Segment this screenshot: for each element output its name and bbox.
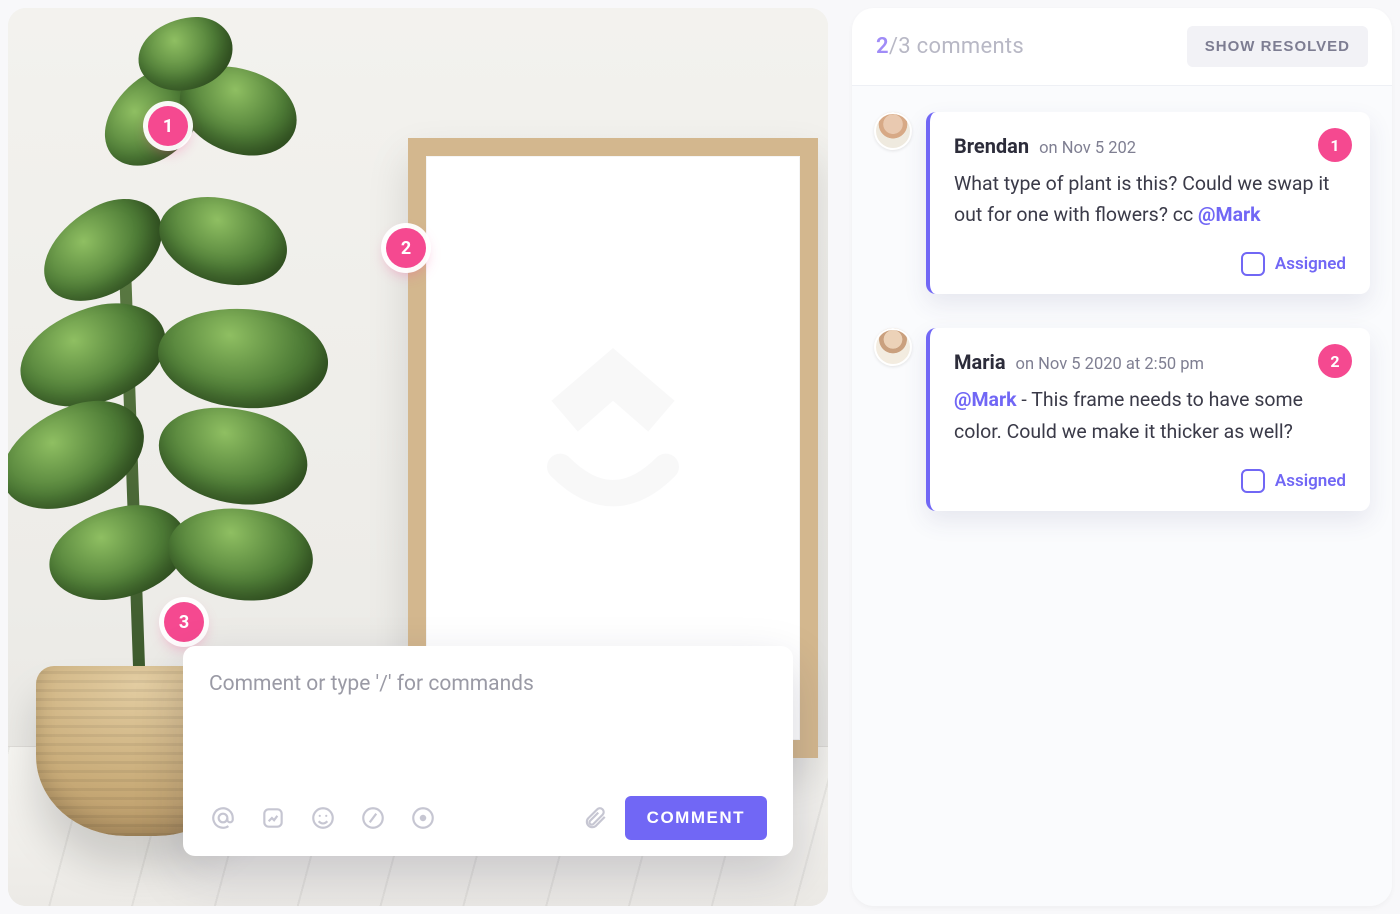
active-count: 2 <box>876 34 889 59</box>
mention[interactable]: @Mark <box>954 388 1017 411</box>
composer-toolbar: COMMENT <box>209 796 767 840</box>
comment-author: Brendan <box>954 134 1029 158</box>
mention[interactable]: @Mark <box>1198 203 1261 226</box>
comment-count: 2/3 comments <box>876 34 1024 59</box>
record-icon[interactable] <box>409 804 437 832</box>
comment-pin-badge: 2 <box>1318 344 1352 378</box>
comment-thread: 2 Maria on Nov 5 2020 at 2:50 pm @Mark -… <box>874 328 1370 510</box>
comment-body: @Mark - This frame needs to have some co… <box>954 384 1346 446</box>
comment-author: Maria <box>954 350 1006 374</box>
mention-icon[interactable] <box>209 804 237 832</box>
comment-text: What type of plant is this? Could we swa… <box>954 172 1329 226</box>
annotation-pin-3[interactable]: 3 <box>164 602 204 642</box>
emoji-icon[interactable] <box>309 804 337 832</box>
comments-panel: 2/3 comments SHOW RESOLVED 1 Brendan on … <box>852 8 1392 906</box>
total-count: /3 comments <box>889 34 1024 59</box>
comments-header: 2/3 comments SHOW RESOLVED <box>852 8 1392 86</box>
assigned-label: Assigned <box>1275 254 1346 274</box>
attachment-icon[interactable] <box>581 804 609 832</box>
watermark-logo-icon <box>503 326 723 546</box>
comment-thread: 1 Brendan on Nov 5 202 What type of plan… <box>874 112 1370 294</box>
show-resolved-button[interactable]: SHOW RESOLVED <box>1187 26 1368 67</box>
comment-timestamp: on Nov 5 202 <box>1039 139 1136 158</box>
avatar <box>874 328 912 366</box>
comment-card[interactable]: 1 Brendan on Nov 5 202 What type of plan… <box>926 112 1370 294</box>
annotation-pin-1[interactable]: 1 <box>148 106 188 146</box>
assigned-checkbox[interactable] <box>1241 252 1265 276</box>
avatar <box>874 112 912 150</box>
comment-composer: COMMENT <box>183 646 793 856</box>
comment-input[interactable] <box>209 672 767 782</box>
assigned-checkbox[interactable] <box>1241 469 1265 493</box>
thread-list: 1 Brendan on Nov 5 202 What type of plan… <box>852 86 1392 906</box>
comment-card[interactable]: 2 Maria on Nov 5 2020 at 2:50 pm @Mark -… <box>926 328 1370 510</box>
comment-pin-badge: 1 <box>1318 128 1352 162</box>
assigned-label: Assigned <box>1275 471 1346 491</box>
annotation-pin-2[interactable]: 2 <box>386 228 426 268</box>
slash-command-icon[interactable] <box>359 804 387 832</box>
comment-body: What type of plant is this? Could we swa… <box>954 168 1346 230</box>
comment-timestamp: on Nov 5 2020 at 2:50 pm <box>1016 355 1204 374</box>
proof-canvas[interactable]: 1 2 3 <box>8 8 828 906</box>
submit-comment-button[interactable]: COMMENT <box>625 796 767 840</box>
task-icon[interactable] <box>259 804 287 832</box>
